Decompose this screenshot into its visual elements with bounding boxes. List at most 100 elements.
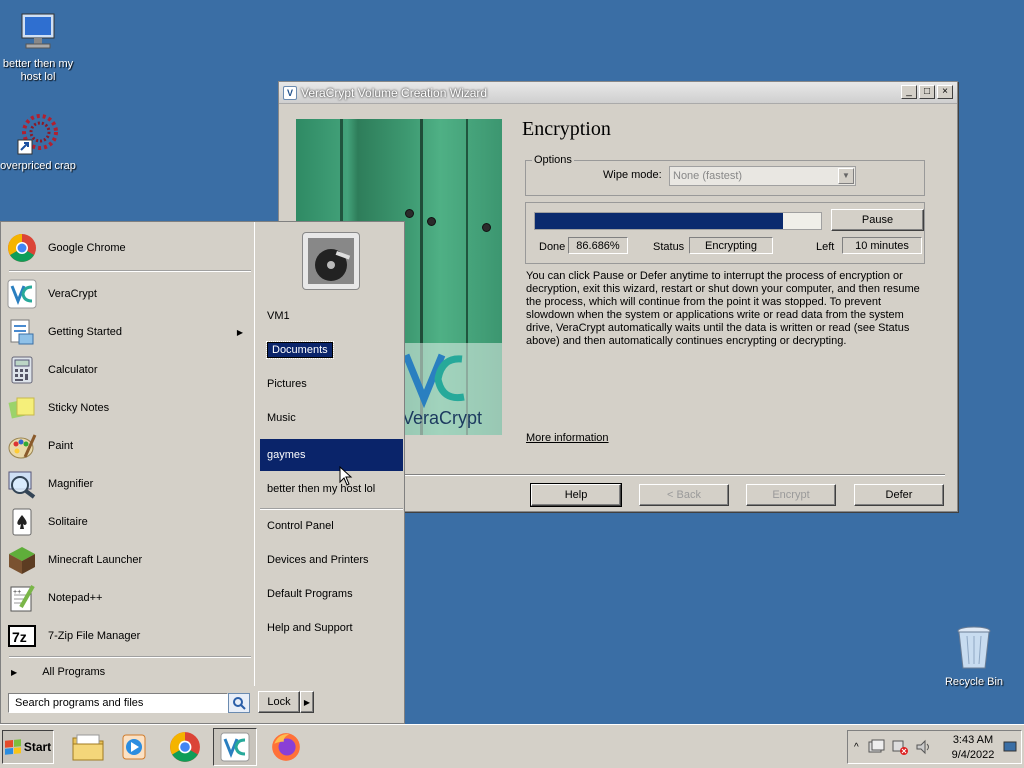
- divider: [9, 270, 251, 272]
- 7zip-icon: 7z: [7, 621, 37, 651]
- place-gaymes[interactable]: gaymes: [260, 439, 403, 471]
- sticky-notes-icon: [7, 393, 37, 423]
- place-music[interactable]: Music: [260, 402, 403, 434]
- encrypt-button[interactable]: Encrypt: [746, 484, 836, 506]
- start-button[interactable]: Start: [2, 730, 54, 764]
- firefox-icon: [272, 733, 300, 761]
- program-label: Minecraft Launcher: [48, 554, 143, 566]
- desktop-icon-overpriced[interactable]: overpriced crap: [0, 112, 78, 173]
- chevron-down-icon: ▼: [838, 168, 854, 184]
- program-label: Solitaire: [48, 516, 88, 528]
- media-player-icon: [122, 734, 146, 760]
- place-documents[interactable]: Documents: [260, 334, 403, 366]
- program-notepadpp[interactable]: ++ Notepad++: [7, 581, 247, 615]
- network-error-icon[interactable]: [891, 739, 909, 755]
- program-google-chrome[interactable]: Google Chrome: [7, 231, 247, 265]
- progress-fill: [535, 213, 783, 229]
- place-pictures[interactable]: Pictures: [260, 368, 403, 400]
- place-host[interactable]: better then my host lol: [260, 473, 403, 505]
- time-left-label: Left: [816, 241, 835, 253]
- program-label: Calculator: [48, 364, 98, 376]
- start-menu-places: VM1 Documents Pictures Music gaymes bett…: [256, 222, 405, 686]
- taskbar: Start ^: [0, 724, 1024, 768]
- info-text: You can click Pause or Defer anytime to …: [526, 270, 920, 347]
- chrome-icon: [170, 732, 200, 762]
- user-avatar[interactable]: [302, 232, 360, 290]
- place-control-panel[interactable]: Control Panel: [260, 510, 403, 542]
- program-label: Magnifier: [48, 478, 94, 490]
- lock-button[interactable]: Lock: [258, 691, 300, 713]
- svg-text:7z: 7z: [12, 629, 27, 645]
- documents-label: Documents: [266, 341, 334, 359]
- calculator-icon: [7, 355, 37, 385]
- brand-text: VeraCrypt: [402, 408, 483, 428]
- chrome-icon: [7, 233, 37, 263]
- getting-started-icon: [7, 317, 37, 347]
- defer-button[interactable]: Defer: [854, 484, 944, 506]
- program-label: Getting Started: [48, 326, 122, 338]
- program-veracrypt[interactable]: VeraCrypt: [7, 277, 247, 311]
- taskbar-chrome[interactable]: [163, 728, 207, 766]
- program-minecraft-launcher[interactable]: Minecraft Launcher: [7, 543, 247, 577]
- program-getting-started[interactable]: Getting Started ▶: [7, 315, 247, 349]
- search-icon: [233, 697, 246, 710]
- desktop-icon-label: overpriced crap: [0, 160, 76, 172]
- minimize-button[interactable]: _: [901, 85, 917, 99]
- program-solitaire[interactable]: Solitaire: [7, 505, 247, 539]
- minecraft-icon: [7, 545, 37, 575]
- place-default-programs[interactable]: Default Programs: [260, 578, 403, 610]
- maximize-button[interactable]: □: [919, 85, 935, 99]
- program-calculator[interactable]: Calculator: [7, 353, 247, 387]
- windows-logo-icon: [4, 739, 21, 755]
- taskbar-veracrypt[interactable]: [213, 728, 257, 766]
- program-label: Google Chrome: [48, 242, 126, 254]
- program-label: Paint: [48, 440, 74, 452]
- lock-button-group: Lock ▶: [258, 691, 314, 713]
- more-information-link[interactable]: More information: [526, 432, 609, 444]
- recycle-bin-icon: [952, 624, 996, 672]
- solitaire-icon: [7, 507, 37, 537]
- done-label: Done: [539, 241, 566, 253]
- action-center-icon[interactable]: [867, 739, 885, 755]
- desktop-icon-recycle-bin[interactable]: Recycle Bin: [934, 624, 1014, 689]
- window-title: VeraCrypt Volume Creation Wizard: [301, 85, 488, 100]
- shutdown-options-button[interactable]: ▶: [300, 691, 314, 713]
- clock[interactable]: 3:43 AM 9/4/2022: [938, 733, 1008, 763]
- program-7zip[interactable]: 7z 7-Zip File Manager: [7, 619, 247, 653]
- notepadpp-icon: ++: [7, 583, 37, 613]
- show-hidden-icons-icon[interactable]: ^: [854, 742, 859, 753]
- options-legend: Options: [534, 154, 572, 166]
- program-paint[interactable]: Paint: [7, 429, 247, 463]
- close-button[interactable]: ×: [937, 85, 953, 99]
- svg-text:++: ++: [13, 589, 21, 596]
- volume-icon[interactable]: [915, 739, 933, 755]
- place-vm1[interactable]: VM1: [260, 300, 403, 332]
- place-help-support[interactable]: Help and Support: [260, 612, 403, 644]
- desktop-icon-computer[interactable]: better then my host lol: [0, 10, 78, 84]
- program-magnifier[interactable]: Magnifier: [7, 467, 247, 501]
- taskbar-explorer[interactable]: [66, 728, 110, 766]
- window-titlebar[interactable]: V VeraCrypt Volume Creation Wizard _ □ ×: [279, 82, 957, 104]
- help-button[interactable]: Help: [530, 483, 622, 507]
- veracrypt-icon: [220, 732, 250, 762]
- status-value: Encrypting: [689, 237, 773, 254]
- magnifier-icon: [7, 469, 37, 499]
- taskbar-media-player[interactable]: [112, 728, 156, 766]
- veracrypt-icon: V: [283, 85, 297, 100]
- all-programs-item[interactable]: ▶ All Programs: [11, 666, 105, 678]
- clock-date: 9/4/2022: [951, 749, 995, 761]
- search-input[interactable]: Search programs and files: [8, 693, 228, 713]
- place-devices-printers[interactable]: Devices and Printers: [260, 544, 403, 576]
- wipe-mode-value: None (fastest): [673, 170, 743, 182]
- pause-button[interactable]: Pause: [831, 209, 924, 231]
- done-value: 86.686%: [568, 237, 628, 254]
- back-button[interactable]: < Back: [639, 484, 729, 506]
- program-label: 7-Zip File Manager: [48, 630, 141, 642]
- program-sticky-notes[interactable]: Sticky Notes: [7, 391, 247, 425]
- wipe-mode-label: Wipe mode:: [603, 169, 662, 181]
- search-button[interactable]: [228, 693, 250, 713]
- encryption-progress-bar: [534, 212, 822, 230]
- taskbar-firefox[interactable]: [264, 728, 308, 766]
- paint-icon: [7, 431, 37, 461]
- desktop-icon-label: Recycle Bin: [944, 676, 1004, 688]
